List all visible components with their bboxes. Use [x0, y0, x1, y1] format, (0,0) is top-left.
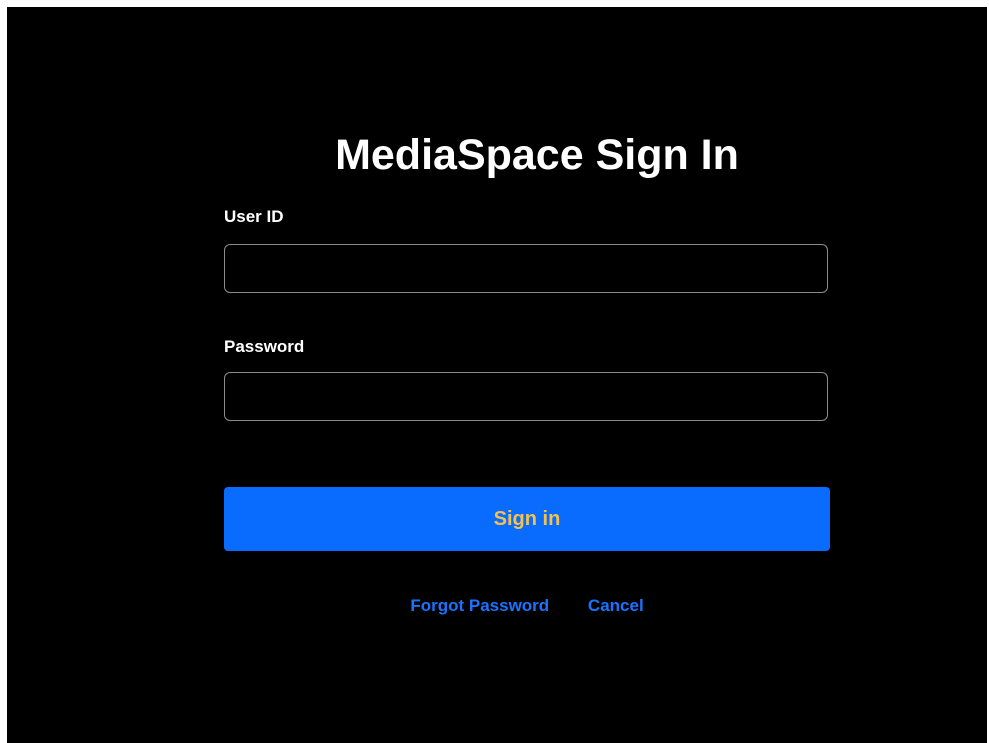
user-id-input[interactable] — [224, 244, 828, 293]
cancel-link[interactable]: Cancel — [588, 596, 644, 615]
password-label: Password — [224, 337, 305, 356]
login-panel: MediaSpace Sign In User ID Password Sign… — [7, 7, 987, 743]
forgot-password-link[interactable]: Forgot Password — [410, 596, 549, 615]
password-input[interactable] — [224, 372, 828, 421]
page-title: MediaSpace Sign In — [335, 131, 739, 179]
secondary-links: Forgot Password Cancel — [224, 596, 830, 616]
sign-in-button[interactable]: Sign in — [224, 487, 830, 551]
user-id-label: User ID — [224, 207, 284, 226]
